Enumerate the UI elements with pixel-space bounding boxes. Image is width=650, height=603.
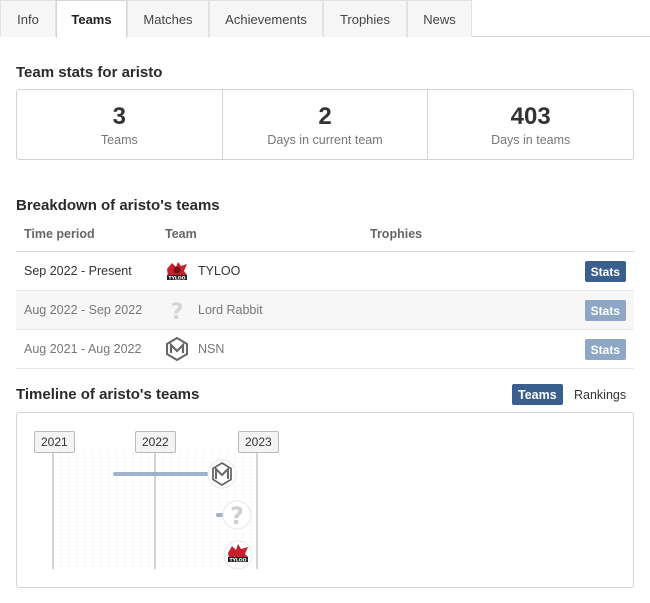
svg-text:?: ?: [171, 300, 184, 322]
time-period: Aug 2022 - Sep 2022: [24, 303, 143, 317]
toggle-teams[interactable]: Teams: [512, 384, 563, 405]
timeline-chart: ? TYLOO 2021 2022 2023: [16, 412, 634, 588]
stat-teams: 3 Teams: [17, 90, 223, 159]
question-timeline-marker: ?: [222, 500, 252, 530]
year-label: 2021: [34, 431, 75, 453]
tab-achievements[interactable]: Achievements: [209, 0, 323, 37]
team-link[interactable]: TYLOO: [198, 264, 240, 278]
column-trophies: Trophies: [370, 227, 423, 241]
tab-trophies[interactable]: Trophies: [323, 0, 407, 37]
toggle-rankings[interactable]: Rankings: [568, 384, 632, 405]
year-label: 2023: [238, 431, 279, 453]
stats-box: 3 Teams 2 Days in current team 403 Days …: [16, 89, 634, 160]
tyloo-marker-text: TYLOO: [229, 557, 246, 563]
breakdown-heading: Breakdown of aristo's teams: [16, 197, 220, 214]
svg-text:?: ?: [230, 502, 244, 530]
stat-label: Teams: [100, 132, 138, 147]
stat-value: 2: [318, 102, 332, 130]
column-time-period: Time period: [24, 227, 95, 241]
stat-label: Days in teams: [491, 132, 571, 147]
year-label: 2022: [135, 431, 176, 453]
timeline-heading: Timeline of aristo's teams: [16, 386, 200, 403]
tab-teams[interactable]: Teams: [56, 0, 127, 38]
tyloo-logo-text: TYLOO: [168, 275, 185, 281]
time-period: Sep 2022 - Present: [24, 264, 132, 278]
tab-info[interactable]: Info: [0, 0, 56, 37]
question-mark-icon[interactable]: ?: [165, 298, 189, 325]
table-row: Sep 2022 - Present TYLOO TYLOO Stats: [16, 252, 634, 291]
tab-matches[interactable]: Matches: [127, 0, 209, 37]
stats-button[interactable]: Stats: [584, 339, 626, 360]
stats-button[interactable]: Stats: [584, 261, 626, 282]
tab-news[interactable]: News: [407, 0, 472, 37]
stat-value: 403: [510, 102, 551, 130]
tyloo-timeline-marker: TYLOO: [223, 540, 253, 570]
column-team: Team: [165, 227, 197, 241]
time-period: Aug 2021 - Aug 2022: [24, 342, 142, 356]
table-row: Aug 2021 - Aug 2022 NSN Stats: [16, 330, 634, 369]
stat-value: 3: [112, 102, 127, 130]
tyloo-logo-icon[interactable]: TYLOO: [165, 259, 189, 283]
table-header: Time period Team Trophies: [16, 220, 634, 252]
stat-label: Days in current team: [267, 132, 383, 147]
timeline-grid: ? TYLOO: [52, 453, 258, 570]
team-link[interactable]: NSN: [198, 342, 224, 356]
stat-days-in-teams: 403 Days in teams: [428, 90, 633, 159]
stats-heading: Team stats for aristo: [16, 64, 163, 81]
team-link[interactable]: Lord Rabbit: [198, 303, 263, 317]
stats-button[interactable]: Stats: [584, 300, 626, 321]
nsn-logo-icon[interactable]: [165, 336, 189, 362]
table-row: Aug 2022 - Sep 2022 ? Lord Rabbit Stats: [16, 291, 634, 330]
tab-bar: Info Teams Matches Achievements Trophies…: [0, 0, 650, 38]
nsn-timeline-marker: [207, 459, 237, 489]
stat-days-current-team: 2 Days in current team: [223, 90, 429, 159]
